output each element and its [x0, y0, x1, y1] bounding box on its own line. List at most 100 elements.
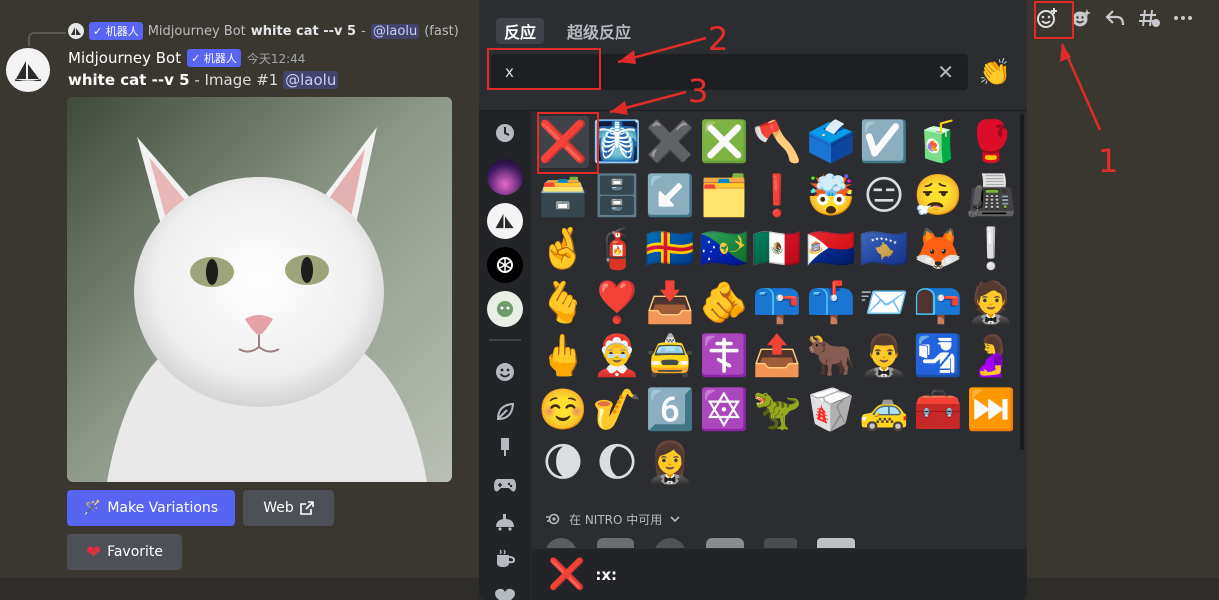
emoji-cell[interactable]: ☑️	[858, 116, 910, 168]
heart-category-icon[interactable]	[487, 579, 523, 600]
emoji-cell[interactable]: 📥	[644, 277, 696, 329]
make-variations-label: Make Variations	[107, 500, 219, 516]
emoji-cell[interactable]: 🧯	[591, 223, 643, 275]
emoji-cell[interactable]: 🔯	[698, 384, 750, 436]
emoji-cell[interactable]: 🛂	[912, 330, 964, 382]
emoji-cell[interactable]: 6️⃣	[644, 384, 696, 436]
emoji-cell[interactable]: ❕	[965, 223, 1017, 275]
message-header: Midjourney Bot ✓ 机器人 今天12:44	[68, 47, 305, 69]
emoji-cell[interactable]: 🚖	[644, 330, 696, 382]
emoji-cell[interactable]: 📠	[965, 170, 1017, 222]
author-avatar[interactable]	[6, 48, 50, 92]
tab-reactions[interactable]: 反应	[496, 18, 545, 44]
emoji-cell[interactable]: 🤶	[591, 330, 643, 382]
emoji-cell[interactable]: 🤵	[965, 277, 1017, 329]
emoji-cell[interactable]: 😮‍💨	[912, 170, 964, 222]
reply-connector	[28, 32, 66, 46]
emoji-cell[interactable]: 🚕	[858, 384, 910, 436]
emoji-scrollbar[interactable]	[1020, 114, 1024, 450]
smiley-icon[interactable]	[487, 354, 523, 390]
emoji-cell[interactable]: 🦊	[912, 223, 964, 275]
server-icon[interactable]	[487, 159, 523, 195]
annotation-label-2: 2	[708, 20, 729, 58]
reply-prompt: white cat --v 5	[250, 23, 357, 39]
annotation-box-add-reaction	[1034, 1, 1074, 39]
emoji-cell[interactable]: 🖕	[537, 330, 589, 382]
message-author[interactable]: Midjourney Bot	[68, 49, 181, 67]
emoji-cell[interactable]: 🪓	[751, 116, 803, 168]
tab-super-reactions[interactable]: 超级反应	[559, 18, 639, 44]
reply-preview[interactable]: ✓ 机器人 Midjourney Bot white cat --v 5 - @…	[68, 20, 459, 42]
make-variations-button[interactable]: 🪄 Make Variations	[67, 490, 235, 526]
emoji-cell[interactable]: 🗄️	[591, 170, 643, 222]
emoji-cell[interactable]: 🗂️	[698, 170, 750, 222]
emoji-cell[interactable]: ❎	[698, 116, 750, 168]
emoji-cell[interactable]: 🇲🇽	[751, 223, 803, 275]
emoji-cell[interactable]: 📤	[751, 330, 803, 382]
emoji-cell[interactable]: 🫵	[698, 277, 750, 329]
emoji-cell[interactable]: 🧰	[912, 384, 964, 436]
nitro-label: 在 NITRO 中可用	[569, 512, 663, 527]
nitro-icon	[546, 513, 560, 525]
generated-image[interactable]	[67, 97, 452, 482]
emoji-cell[interactable]: 🦖	[751, 384, 803, 436]
emoji-cell[interactable]: ❗	[751, 170, 803, 222]
leaf-icon[interactable]	[487, 394, 523, 430]
message-timestamp: 今天12:44	[246, 51, 306, 66]
emoji-cell[interactable]: 🫰	[537, 277, 589, 329]
emoji-cell[interactable]: 📪	[751, 277, 803, 329]
clear-search-icon[interactable]: ✕	[937, 60, 954, 84]
emoji-cell[interactable]: 📨	[858, 277, 910, 329]
favorite-button[interactable]: ❤ Favorite	[67, 534, 182, 570]
emoji-cell[interactable]: 🤵‍♂️	[858, 330, 910, 382]
emoji-cell[interactable]: ❣️	[591, 277, 643, 329]
emoji-cell[interactable]: ⏭️	[965, 384, 1017, 436]
web-button[interactable]: Web	[243, 490, 334, 526]
emoji-cell[interactable]: 🗃️	[537, 170, 589, 222]
emoji-cell[interactable]: 🤞	[537, 223, 589, 275]
food-icon[interactable]	[487, 429, 523, 465]
message-mention[interactable]: @laolu	[283, 71, 339, 89]
reply-bot-badge: ✓ 机器人	[89, 22, 143, 40]
travel-icon[interactable]	[487, 504, 523, 540]
emoji-cell[interactable]: 🥡	[805, 384, 857, 436]
emoji-cell[interactable]: 📭	[912, 277, 964, 329]
emoji-cell[interactable]: 🧃	[912, 116, 964, 168]
emoji-cell[interactable]: 🇦🇽	[644, 223, 696, 275]
emoji-cell[interactable]: 🤵‍♀️	[644, 437, 696, 489]
emoji-cell[interactable]: ☦️	[698, 330, 750, 382]
skin-tone-selector[interactable]: 👏	[975, 55, 1015, 91]
object-icon[interactable]	[487, 541, 523, 577]
emoji-picker: 反应 超级反应 ✕ 👏	[479, 0, 1027, 600]
reply-icon[interactable]	[1098, 2, 1132, 34]
chevron-down-icon	[670, 516, 680, 522]
emoji-cell[interactable]: 🌘	[537, 437, 589, 489]
create-thread-icon[interactable]	[1132, 2, 1166, 34]
emoji-cell[interactable]: ↙️	[644, 170, 696, 222]
emoji-cell[interactable]: 😑	[858, 170, 910, 222]
magic-wand-icon: 🪄	[83, 500, 102, 516]
message-prompt: white cat --v 5	[68, 71, 190, 89]
guild-icon[interactable]	[487, 291, 523, 327]
emoji-cell[interactable]: 🐂	[805, 330, 857, 382]
emoji-cell[interactable]: 🥊	[965, 116, 1017, 168]
emoji-cell[interactable]: 🇸🇽	[805, 223, 857, 275]
emoji-cell[interactable]: 🗳️	[805, 116, 857, 168]
emoji-cell[interactable]: 🎷	[591, 384, 643, 436]
emoji-cell[interactable]: 🤯	[805, 170, 857, 222]
emoji-cell[interactable]: 🌔	[591, 437, 643, 489]
game-controller-icon[interactable]	[487, 467, 523, 503]
reply-mention[interactable]: @laolu	[370, 23, 420, 39]
nitro-section-header[interactable]: 在 NITRO 中可用	[545, 510, 680, 528]
emoji-cell[interactable]: 📫	[805, 277, 857, 329]
emoji-cell[interactable]: ✖️	[644, 116, 696, 168]
emoji-cell[interactable]: ☺️	[537, 384, 589, 436]
midjourney-icon[interactable]	[487, 203, 523, 239]
openai-icon[interactable]	[487, 247, 523, 283]
emoji-cell[interactable]: 🤰	[965, 330, 1017, 382]
emoji-cell[interactable]: 🇽🇰	[858, 223, 910, 275]
emoji-cell[interactable]: 🇨🇽	[698, 223, 750, 275]
reply-author: Midjourney Bot	[147, 23, 246, 39]
more-icon[interactable]	[1166, 2, 1200, 34]
clock-icon[interactable]	[487, 115, 523, 151]
